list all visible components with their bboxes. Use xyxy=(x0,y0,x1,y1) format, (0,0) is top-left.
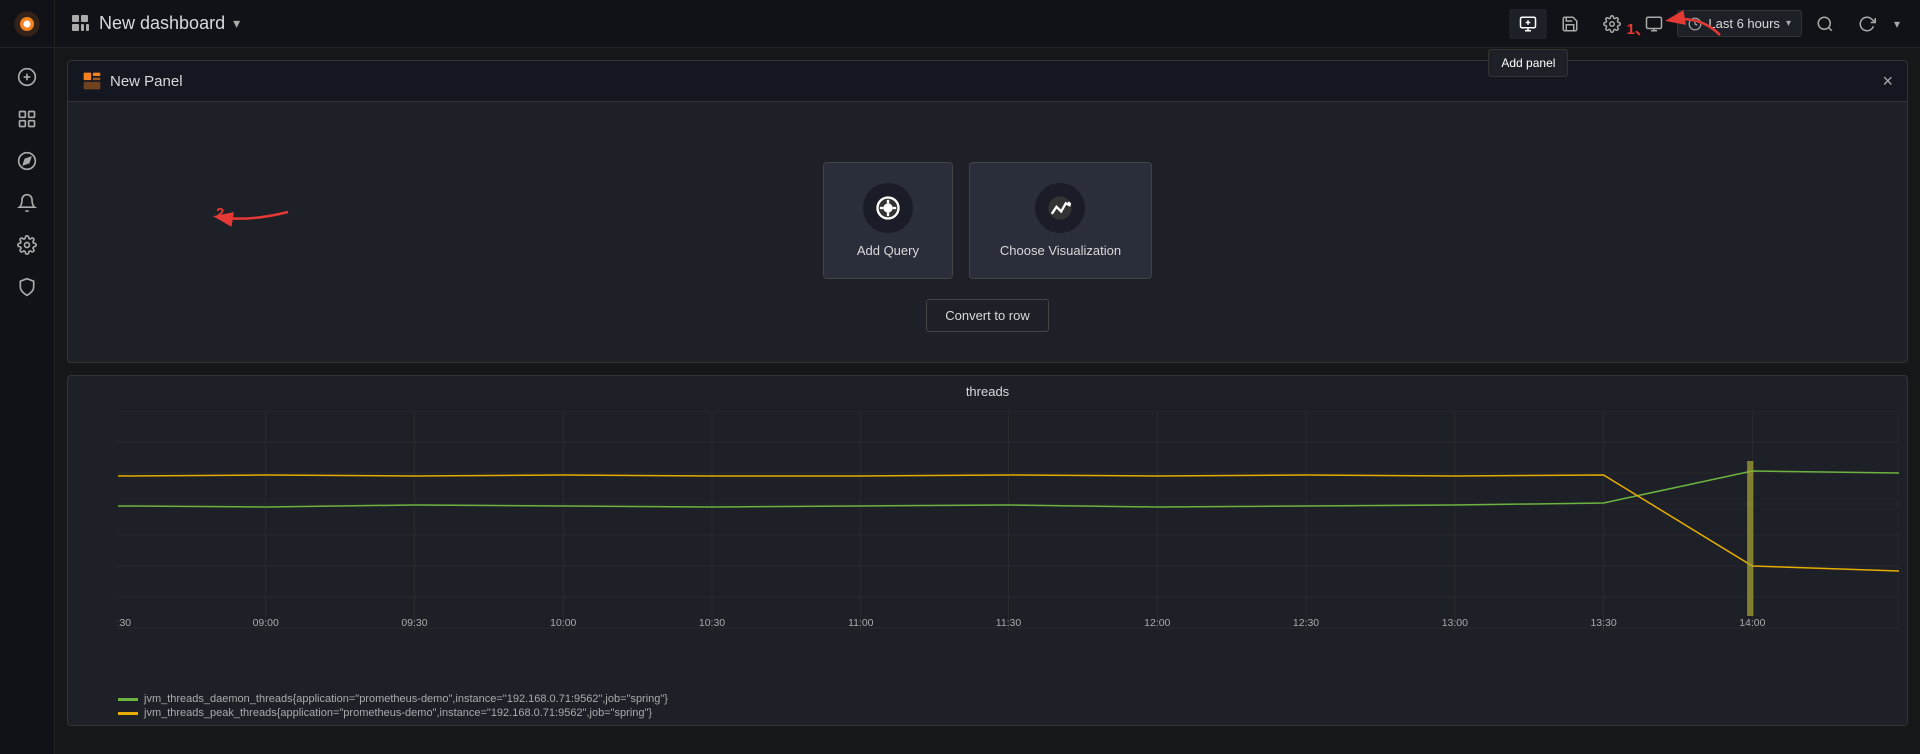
topnav: New dashboard ▾ Add panel xyxy=(55,0,1920,48)
dashboard-content: New Panel × 2、 xyxy=(55,48,1920,754)
tv-mode-button[interactable] xyxy=(1635,9,1673,39)
dashboard-grid-icon xyxy=(71,14,91,34)
add-panel-wrapper: Add panel xyxy=(1509,9,1547,39)
choose-vis-icon-circle xyxy=(1035,183,1085,233)
svg-text:12:00: 12:00 xyxy=(1144,618,1171,629)
add-query-icon-circle xyxy=(863,183,913,233)
choose-vis-label: Choose Visualization xyxy=(1000,243,1121,258)
settings-button[interactable] xyxy=(1593,9,1631,39)
chart-legend: jvm_threads_daemon_threads{application="… xyxy=(68,687,1907,725)
time-range-chevron: ▾ xyxy=(1786,18,1791,29)
svg-text:11:30: 11:30 xyxy=(996,618,1022,629)
sidebar-item-explore[interactable] xyxy=(0,140,55,182)
time-range-label: Last 6 hours xyxy=(1708,16,1780,31)
svg-text:08:30: 08:30 xyxy=(118,618,131,629)
new-panel-icon xyxy=(82,71,102,91)
topnav-actions: Add panel xyxy=(1509,9,1904,39)
chart-container: 15 16 17 18 19 20 21 08:30 09:00 09:30 1… xyxy=(68,407,1907,687)
main-content: New dashboard ▾ Add panel xyxy=(55,0,1920,754)
new-panel-title-row: New Panel xyxy=(82,71,183,91)
new-panel-header: New Panel × xyxy=(68,61,1907,102)
new-panel-dialog: New Panel × 2、 xyxy=(67,60,1908,363)
sidebar xyxy=(0,0,55,754)
svg-text:11:00: 11:00 xyxy=(848,618,874,629)
grafana-logo[interactable] xyxy=(0,0,55,48)
search-button[interactable] xyxy=(1806,9,1844,39)
time-range-picker[interactable]: Last 6 hours ▾ xyxy=(1677,10,1802,37)
svg-text:09:30: 09:30 xyxy=(401,618,428,629)
annotation-2-arrow xyxy=(148,162,328,262)
query-icon xyxy=(874,194,902,222)
svg-text:13:00: 13:00 xyxy=(1442,618,1469,629)
legend-color-peak xyxy=(118,712,138,715)
sidebar-item-dashboards[interactable] xyxy=(0,98,55,140)
choose-visualization-button[interactable]: Choose Visualization xyxy=(969,162,1152,279)
legend-item-peak: jvm_threads_peak_threads{application="pr… xyxy=(118,707,1857,719)
svg-text:10:30: 10:30 xyxy=(699,618,726,629)
chart-svg: 15 16 17 18 19 20 21 08:30 09:00 09:30 1… xyxy=(118,411,1899,631)
annotation-2-label: 2、 xyxy=(216,202,239,223)
new-panel-title: New Panel xyxy=(110,73,183,90)
legend-item-daemon: jvm_threads_daemon_threads{application="… xyxy=(118,693,1857,705)
new-panel-body: 2、 xyxy=(68,102,1907,362)
visualization-icon xyxy=(1046,194,1074,222)
zoom-dropdown[interactable]: ▾ xyxy=(1890,12,1904,36)
dashboard-title-text: New dashboard xyxy=(99,13,225,34)
new-panel-close-button[interactable]: × xyxy=(1882,72,1893,90)
svg-text:10:00: 10:00 xyxy=(550,618,577,629)
sidebar-item-shield[interactable] xyxy=(0,266,55,308)
chart-title: threads xyxy=(68,376,1907,407)
add-query-button[interactable]: Add Query xyxy=(823,162,953,279)
legend-label-peak: jvm_threads_peak_threads{application="pr… xyxy=(144,707,652,719)
add-query-label: Add Query xyxy=(857,243,919,258)
panel-options: Add Query Choose Visualization xyxy=(823,162,1152,279)
legend-label-daemon: jvm_threads_daemon_threads{application="… xyxy=(144,693,668,705)
svg-text:09:00: 09:00 xyxy=(253,618,280,629)
sidebar-item-create[interactable] xyxy=(0,56,55,98)
add-panel-button[interactable] xyxy=(1509,9,1547,39)
sidebar-item-alerting[interactable] xyxy=(0,182,55,224)
chart-panel: threads xyxy=(67,375,1908,726)
convert-to-row-button[interactable]: Convert to row xyxy=(926,299,1049,332)
svg-text:14:00: 14:00 xyxy=(1739,618,1766,629)
svg-text:13:30: 13:30 xyxy=(1590,618,1617,629)
title-dropdown-chevron[interactable]: ▾ xyxy=(233,15,240,32)
refresh-button[interactable] xyxy=(1848,9,1886,39)
sidebar-item-configuration[interactable] xyxy=(0,224,55,266)
dashboard-title: New dashboard ▾ xyxy=(99,13,240,34)
save-dashboard-button[interactable] xyxy=(1551,9,1589,39)
svg-text:12:30: 12:30 xyxy=(1293,618,1320,629)
legend-color-daemon xyxy=(118,698,138,701)
